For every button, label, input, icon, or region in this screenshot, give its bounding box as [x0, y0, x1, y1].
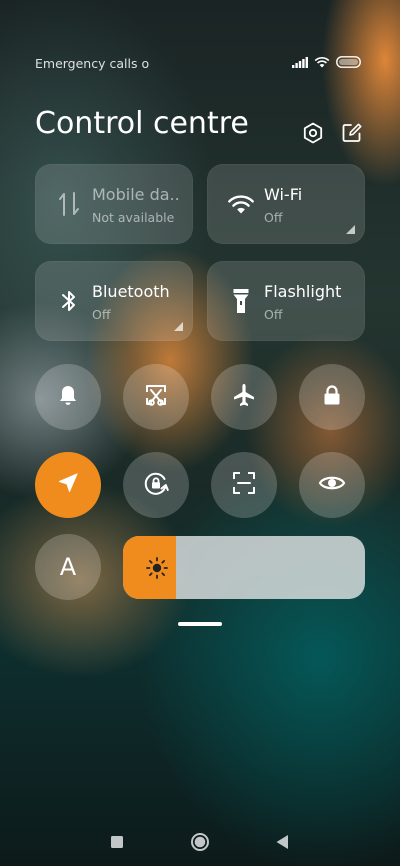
wifi-icon [227, 190, 255, 218]
mobile-data-icon [55, 190, 83, 218]
screenshot-toggle[interactable] [123, 364, 189, 430]
status-bar: Emergency calls o [35, 56, 362, 71]
expand-corner-icon[interactable] [174, 322, 183, 331]
tile-status: Not available [92, 210, 175, 225]
airplane-toggle[interactable] [211, 364, 277, 430]
page-title: Control centre [35, 106, 249, 141]
rotation-lock-icon [142, 469, 170, 501]
screenshot-icon [143, 382, 169, 412]
tile-status: Off [92, 307, 111, 322]
tile-status: Off [264, 210, 283, 225]
flashlight-tile[interactable]: Flashlight Off [207, 261, 365, 341]
battery-icon [336, 56, 362, 71]
carrier-text: Emergency calls o [35, 56, 150, 71]
tile-status: Off [264, 307, 283, 322]
lock-icon [320, 383, 344, 411]
expand-corner-icon[interactable] [346, 225, 355, 234]
lock-screen-toggle[interactable] [299, 364, 365, 430]
eye-icon [318, 473, 346, 497]
wifi-tile[interactable]: Wi-Fi Off [207, 164, 365, 244]
drag-handle[interactable] [178, 622, 222, 626]
home-icon[interactable] [190, 828, 210, 856]
tile-label: Flashlight [264, 282, 342, 301]
scan-icon [231, 470, 257, 500]
edit-icon[interactable] [341, 122, 363, 144]
tile-label: Bluetooth [92, 282, 170, 301]
scanner-toggle[interactable] [211, 452, 277, 518]
bluetooth-icon [55, 287, 83, 315]
sun-icon [145, 556, 169, 580]
wifi-icon [314, 56, 330, 71]
rotation-lock-toggle[interactable] [123, 452, 189, 518]
bluetooth-tile[interactable]: Bluetooth Off [35, 261, 193, 341]
location-icon [57, 472, 79, 498]
brightness-slider[interactable] [123, 536, 365, 599]
tile-label: Wi-Fi [264, 185, 303, 204]
reading-mode-toggle[interactable] [299, 452, 365, 518]
airplane-icon [231, 382, 257, 412]
tile-label: Mobile da.. [92, 185, 180, 204]
auto-brightness-button[interactable]: A [35, 534, 101, 600]
recents-icon[interactable] [110, 828, 124, 856]
settings-icon[interactable] [302, 122, 324, 144]
auto-brightness-label: A [59, 553, 77, 581]
mobile-data-tile[interactable]: Mobile da.. Not available [35, 164, 193, 244]
silent-toggle[interactable] [35, 364, 101, 430]
flashlight-icon [227, 287, 255, 315]
bell-icon [56, 383, 80, 411]
signal-icon [292, 56, 308, 71]
back-icon[interactable] [275, 828, 289, 856]
location-toggle[interactable] [35, 452, 101, 518]
